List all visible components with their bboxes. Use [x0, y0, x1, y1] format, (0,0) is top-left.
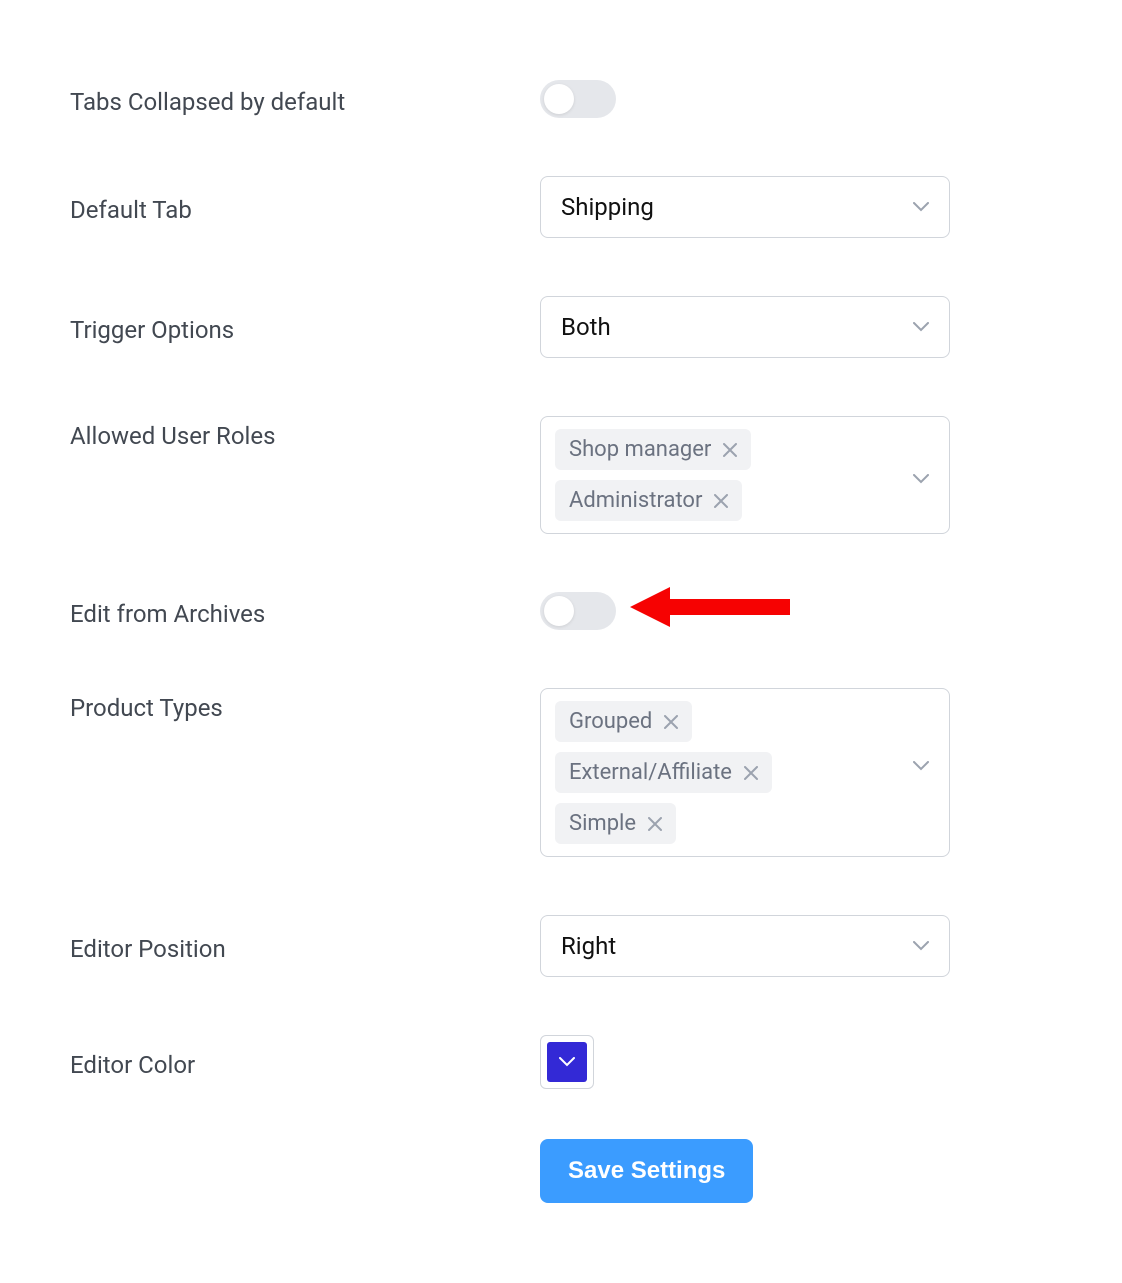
- editor-position-value: Right: [561, 932, 616, 960]
- tabs-collapsed-label: Tabs Collapsed by default: [70, 82, 540, 116]
- tag-label: External/Affiliate: [569, 760, 732, 785]
- allowed-user-roles-select[interactable]: Shop manager Administrator: [540, 416, 950, 534]
- remove-tag-icon[interactable]: [714, 494, 728, 508]
- default-tab-select[interactable]: Shipping: [540, 176, 950, 238]
- product-types-select[interactable]: Grouped External/Affiliate Simple: [540, 688, 950, 857]
- product-type-tag: Grouped: [555, 701, 692, 742]
- product-type-tag: Simple: [555, 803, 676, 844]
- editor-color-picker[interactable]: [540, 1035, 594, 1089]
- trigger-options-label: Trigger Options: [70, 310, 540, 344]
- chevron-down-icon: [913, 429, 935, 488]
- tag-label: Simple: [569, 811, 636, 836]
- edit-from-archives-toggle[interactable]: [540, 592, 616, 630]
- toggle-knob: [544, 596, 574, 626]
- chevron-down-icon: [913, 701, 935, 775]
- tag-label: Grouped: [569, 709, 652, 734]
- chevron-down-icon: [913, 941, 929, 951]
- remove-tag-icon[interactable]: [648, 817, 662, 831]
- editor-position-label: Editor Position: [70, 929, 540, 963]
- trigger-options-select[interactable]: Both: [540, 296, 950, 358]
- user-role-tag: Administrator: [555, 480, 742, 521]
- toggle-knob: [544, 84, 574, 114]
- product-types-label: Product Types: [70, 688, 540, 722]
- tag-label: Administrator: [569, 488, 702, 513]
- chevron-down-icon: [913, 322, 929, 332]
- tabs-collapsed-toggle[interactable]: [540, 80, 616, 118]
- product-type-tag: External/Affiliate: [555, 752, 772, 793]
- remove-tag-icon[interactable]: [664, 715, 678, 729]
- save-settings-button[interactable]: Save Settings: [540, 1139, 753, 1203]
- allowed-user-roles-label: Allowed User Roles: [70, 416, 540, 450]
- edit-from-archives-label: Edit from Archives: [70, 594, 540, 628]
- user-role-tag: Shop manager: [555, 429, 751, 470]
- editor-position-select[interactable]: Right: [540, 915, 950, 977]
- default-tab-value: Shipping: [561, 193, 654, 221]
- chevron-down-icon: [913, 202, 929, 212]
- tag-label: Shop manager: [569, 437, 711, 462]
- color-swatch: [547, 1042, 587, 1082]
- editor-color-label: Editor Color: [70, 1045, 540, 1079]
- remove-tag-icon[interactable]: [744, 766, 758, 780]
- trigger-options-value: Both: [561, 313, 611, 341]
- remove-tag-icon[interactable]: [723, 443, 737, 457]
- default-tab-label: Default Tab: [70, 190, 540, 224]
